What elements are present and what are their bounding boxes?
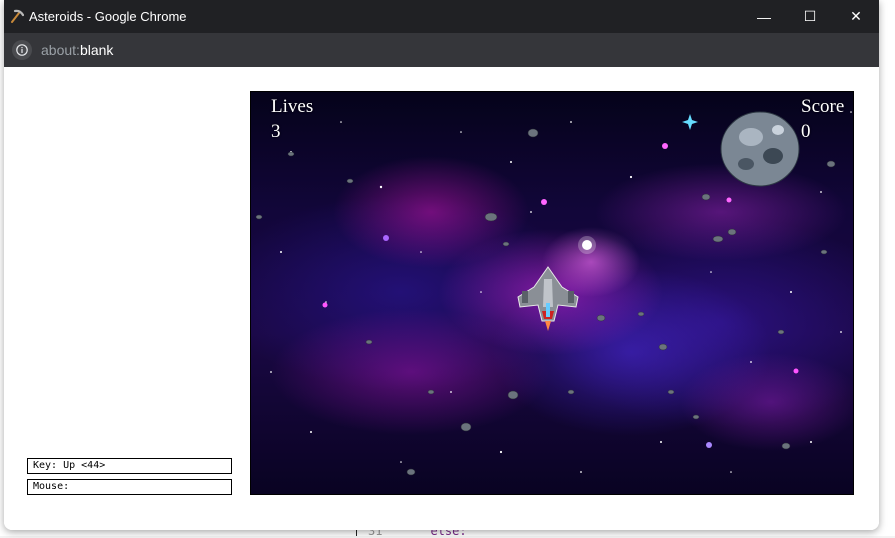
mouse-debug-field: Mouse:	[27, 479, 232, 495]
url-scheme: about:	[41, 42, 80, 58]
space-background	[255, 111, 852, 476]
window-title: Asteroids - Google Chrome	[29, 9, 187, 24]
close-icon: ✕	[850, 8, 862, 24]
site-info-button[interactable]	[12, 40, 32, 60]
close-button[interactable]: ✕	[833, 0, 879, 33]
address-bar: about:blank	[4, 33, 879, 67]
score-label: Score	[801, 96, 845, 117]
lives-label: Lives	[271, 96, 314, 117]
spaceship	[517, 266, 579, 331]
key-debug-field: Key: Up <44>	[27, 458, 232, 474]
cyan-star	[682, 114, 698, 130]
minimize-button[interactable]: —	[741, 0, 787, 33]
large-asteroid	[720, 111, 800, 187]
title-bar[interactable]: Asteroids - Google Chrome — ☐ ✕	[4, 0, 879, 33]
score-value: 0	[801, 121, 811, 142]
pickaxe-icon	[11, 9, 24, 23]
minimize-icon: —	[757, 8, 771, 25]
page-content: Key: Up <44> Mouse: Lives 3 Score 0	[4, 67, 879, 530]
maximize-button[interactable]: ☐	[787, 0, 833, 33]
browser-window: Asteroids - Google Chrome — ☐ ✕ about:bl…	[4, 0, 879, 530]
game-canvas[interactable]: Lives 3 Score 0	[250, 91, 854, 495]
maximize-icon: ☐	[803, 8, 817, 24]
lives-value: 3	[271, 121, 281, 142]
url-page: blank	[79, 42, 114, 58]
url-field[interactable]: about:blank	[41, 42, 113, 58]
info-icon	[16, 44, 28, 56]
